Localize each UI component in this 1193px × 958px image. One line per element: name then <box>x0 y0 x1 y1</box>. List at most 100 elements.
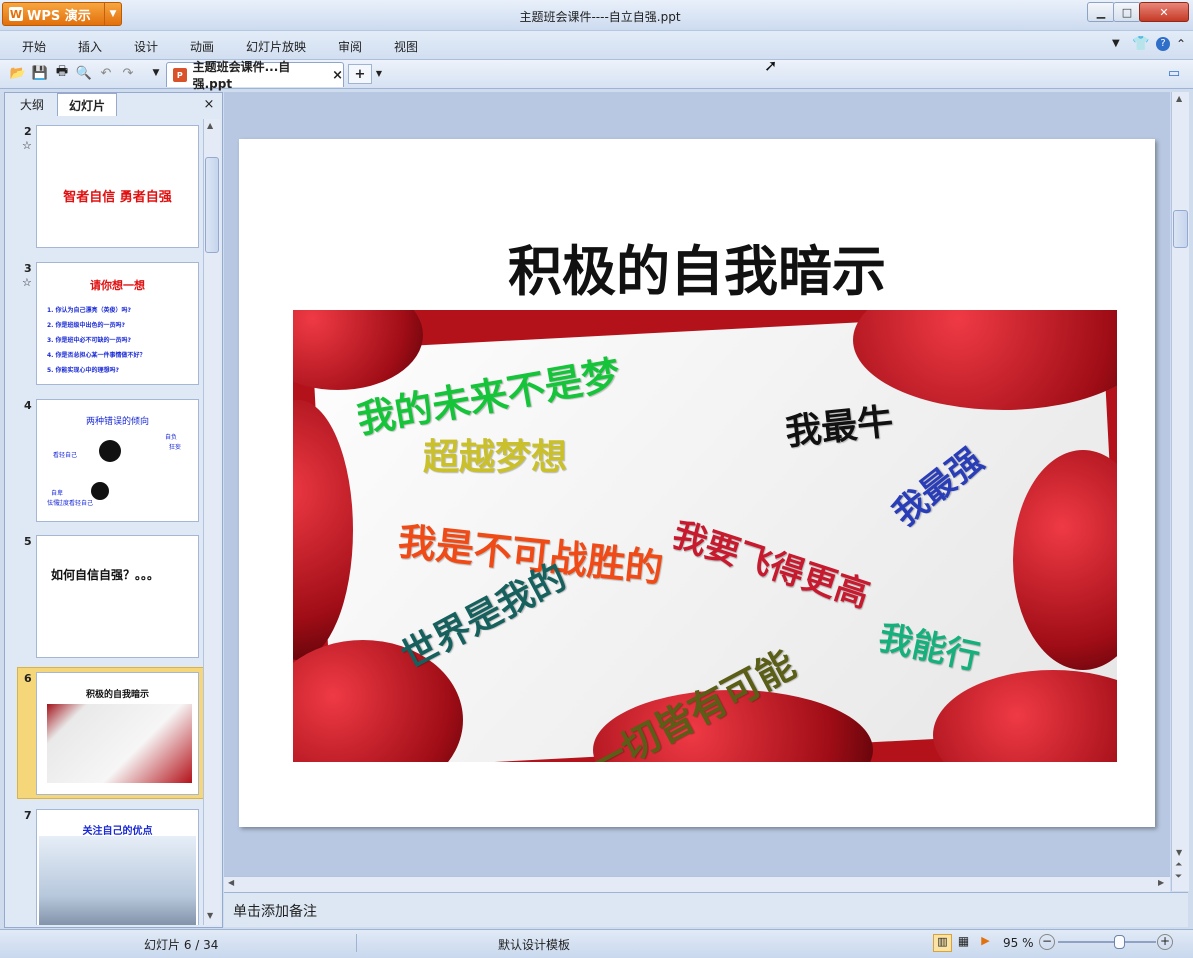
open-folder-icon[interactable]: 📂 <box>10 65 26 81</box>
menu-animation[interactable]: 动画 <box>190 38 214 55</box>
scroll-down-icon[interactable]: ▼ <box>207 911 213 920</box>
thumb-title: 积极的自我暗示 <box>85 690 149 700</box>
close-icon: ✕ <box>1159 5 1169 19</box>
minimize-button[interactable]: ▁ <box>1087 2 1115 22</box>
divider <box>356 934 357 952</box>
cartoon-figure-icon <box>99 440 121 462</box>
notes-placeholder[interactable]: 单击添加备注 <box>233 901 317 921</box>
thumbnail-slide-3[interactable]: 请你想一想 1. 你认为自己漂亮（英俊）吗? 2. 你是班级中出色的一员吗? 3… <box>36 262 199 385</box>
slide-image[interactable]: 我的未来不是梦 超越梦想 我最牛 我最强 我要飞得更高 我是不可战胜的 世界是我… <box>293 310 1117 762</box>
zoom-slider-knob[interactable] <box>1113 935 1125 949</box>
slide-panel: 大纲 幻灯片 × 2 ☆ 智者自信 勇者自强 3 ☆ 请你想一想 1. 你认为自… <box>4 92 223 928</box>
thumb-bullets: 1. 你认为自己漂亮（英俊）吗? 2. 你是班级中出色的一员吗? 3. 你是班中… <box>47 303 146 378</box>
skin-icon[interactable]: 👕 <box>1132 36 1149 52</box>
next-slide-icon[interactable]: ⏷ <box>1175 872 1182 882</box>
customize-toolbar-icon[interactable]: ▼ <box>148 65 164 81</box>
ppt-file-icon: P <box>173 68 187 82</box>
phrase: 超越梦想 <box>423 436 568 478</box>
slide-sorter-icon[interactable]: ▦ <box>955 934 972 950</box>
close-tab-icon[interactable]: × <box>332 68 343 83</box>
window-title: 主题班会课件----自立自强.ppt <box>519 10 681 24</box>
normal-view-icon[interactable]: ▥ <box>933 934 952 952</box>
menu-design[interactable]: 设计 <box>134 38 158 55</box>
status-bar: 幻灯片 6 / 34 默认设计模板 ▥ ▦ ▶ 95 % − + <box>0 929 1193 958</box>
list-item: 2. 你是班级中出色的一员吗? <box>47 322 126 329</box>
thumbnail-slide-2[interactable]: 智者自信 勇者自强 <box>36 125 199 248</box>
cartoon-figure-icon <box>91 482 109 500</box>
scroll-up-icon[interactable]: ▲ <box>1176 94 1182 103</box>
thumb-number: 3 <box>24 262 32 275</box>
chevron-down-icon[interactable]: ▼ <box>1112 38 1120 49</box>
window-layout-icon[interactable]: ▭ <box>1166 65 1182 81</box>
app-menu-button[interactable]: W WPS 演示 ▼ <box>2 2 122 26</box>
chevron-down-icon[interactable]: ▼ <box>371 65 387 81</box>
tab-slides[interactable]: 幻灯片 <box>57 93 117 116</box>
thumb-title: 如何自信自强？。。。 <box>51 568 160 582</box>
ribbon-toggle-icon[interactable]: ⌃ <box>1176 37 1186 51</box>
wps-logo-icon: W <box>9 7 23 21</box>
slide-title[interactable]: 积极的自我暗示 <box>239 227 1155 306</box>
scroll-thumb[interactable] <box>1173 210 1188 248</box>
slide-scrollbar[interactable]: ▲ ▼ ⏶ ⏷ <box>1171 92 1189 891</box>
animation-star-icon: ☆ <box>22 139 32 152</box>
zoom-in-icon[interactable]: + <box>1157 934 1173 950</box>
zoom-out-icon[interactable]: − <box>1039 934 1055 950</box>
save-icon[interactable]: 💾 <box>32 65 48 81</box>
thumb-title: 两种错误的倾向 <box>85 417 149 427</box>
tab-outline[interactable]: 大纲 <box>9 93 55 115</box>
thumbnail-slide-6[interactable]: 积极的自我暗示 <box>36 672 199 795</box>
thumb-number: 2 <box>24 125 32 138</box>
scroll-thumb[interactable] <box>205 157 219 253</box>
scroll-left-icon[interactable]: ◀ <box>228 878 234 887</box>
document-tab[interactable]: P 主题班会课件...自强.ppt × <box>166 60 344 91</box>
list-item: 3. 你是班中必不可缺的一员吗? <box>47 337 132 344</box>
zoom-slider[interactable] <box>1058 941 1156 943</box>
list-item: 5. 你能实现心中的理想吗? <box>47 367 120 374</box>
previous-slide-icon[interactable]: ⏶ <box>1175 860 1182 870</box>
thumbnail-scrollbar[interactable]: ▲ ▼ <box>203 119 220 925</box>
thumb-number: 6 <box>24 672 32 685</box>
thumbnail-slide-5[interactable]: 如何自信自强？。。。 <box>36 535 199 658</box>
current-slide[interactable]: 积极的自我暗示 我的未来不是梦 超越梦想 我最牛 我最强 我要飞得更高 我是不可… <box>239 139 1155 827</box>
scroll-up-icon[interactable]: ▲ <box>207 121 213 130</box>
document-tab-label: 主题班会课件...自强.ppt <box>192 60 291 91</box>
menu-review[interactable]: 审阅 <box>338 38 362 55</box>
thumb-number: 7 <box>24 809 32 822</box>
scroll-down-icon[interactable]: ▼ <box>1176 848 1182 857</box>
menu-bar: 开始 插入 设计 动画 幻灯片放映 审阅 视图 ▼ 👕 ? ⌃ <box>0 31 1193 60</box>
menu-view[interactable]: 视图 <box>394 38 418 55</box>
new-tab-button[interactable]: + <box>348 64 372 84</box>
thumb-label: 狂妄 <box>169 444 182 451</box>
maximize-button[interactable]: □ <box>1113 2 1141 22</box>
slide-indicator: 幻灯片 6 / 34 <box>144 938 219 952</box>
help-icon[interactable]: ? <box>1156 37 1170 51</box>
close-window-button[interactable]: ✕ <box>1139 2 1189 22</box>
menu-slideshow[interactable]: 幻灯片放映 <box>246 38 306 55</box>
thumb-label: 过度看轻自己 <box>57 500 94 507</box>
horizontal-scrollbar[interactable]: ◀ ▶ <box>224 876 1170 892</box>
thumb-number: 5 <box>24 535 32 548</box>
print-icon[interactable]: 🖶 <box>54 64 70 81</box>
close-panel-icon[interactable]: × <box>201 93 217 115</box>
thumb-label: 看轻自己 <box>53 452 78 459</box>
slideshow-icon[interactable]: ▶ <box>977 934 994 950</box>
menu-home[interactable]: 开始 <box>22 38 46 55</box>
mouse-cursor-icon: ➚ <box>764 56 778 75</box>
app-name: WPS 演示 <box>27 8 91 24</box>
redo-icon[interactable]: ↷ <box>120 65 136 81</box>
thumbnail-slide-4[interactable]: 两种错误的倾向 自负 狂妄 看轻自己 自卑 怯懦 过度看轻自己 <box>36 399 199 522</box>
thumb-title: 关注自己的优点 <box>82 826 153 837</box>
scroll-right-icon[interactable]: ▶ <box>1158 878 1164 887</box>
thumbnail-slide-7[interactable]: 关注自己的优点 <box>36 809 199 925</box>
zoom-level[interactable]: 95 % <box>1003 936 1034 950</box>
notes-pane[interactable]: 单击添加备注 <box>224 892 1188 927</box>
menu-insert[interactable]: 插入 <box>78 38 102 55</box>
thumb-title: 请你想一想 <box>90 279 145 292</box>
list-item: 1. 你认为自己漂亮（英俊）吗? <box>47 307 132 314</box>
template-name: 默认设计模板 <box>498 938 571 952</box>
minimize-icon: ▁ <box>1096 5 1106 19</box>
print-preview-icon[interactable]: 🔍 <box>76 65 92 81</box>
thumb-number: 4 <box>24 399 32 412</box>
thumbnail-list: 2 ☆ 智者自信 勇者自强 3 ☆ 请你想一想 1. 你认为自己漂亮（英俊）吗?… <box>9 119 204 925</box>
undo-icon[interactable]: ↶ <box>98 65 114 81</box>
